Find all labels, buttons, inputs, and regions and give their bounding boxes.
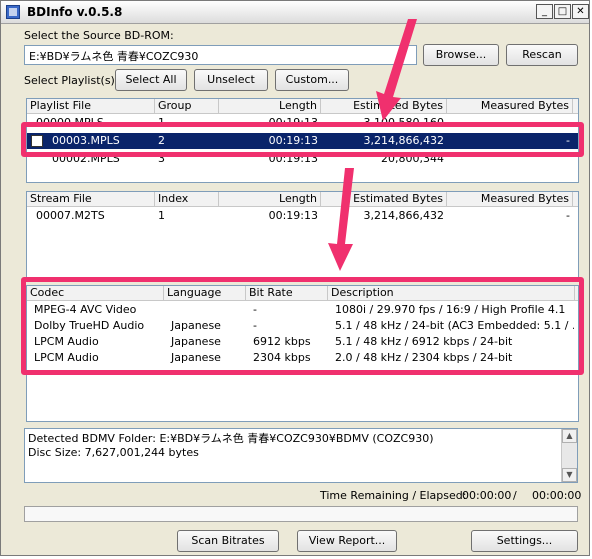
window-title: BDInfo v.0.5.8 (27, 5, 123, 19)
log-line: Disc Size: 7,627,001,244 bytes (28, 446, 199, 459)
log-scrollbar[interactable]: ▲ ▼ (561, 429, 577, 482)
view-report-button[interactable]: View Report... (297, 530, 397, 552)
col-index[interactable]: Index (155, 192, 219, 206)
close-button[interactable]: ✕ (572, 4, 589, 19)
maximize-button[interactable]: □ (554, 4, 571, 19)
log-textarea[interactable]: Detected BDMV Folder: E:¥BD¥ラムネ色 青春¥COZC… (24, 428, 578, 483)
col-measured-bytes[interactable]: Measured Bytes (447, 99, 573, 113)
time-remaining-label: Time Remaining / Elapsed: (320, 489, 467, 502)
rescan-button[interactable]: Rescan (506, 44, 578, 66)
col-stream-file[interactable]: Stream File (27, 192, 155, 206)
col-estimated-bytes[interactable]: Estimated Bytes (321, 192, 447, 206)
time-separator: / (513, 489, 517, 502)
minimize-button[interactable]: _ (536, 4, 553, 19)
title-bar[interactable]: BDInfo v.0.5.8 _ □ ✕ (1, 1, 589, 24)
scroll-up-icon[interactable]: ▲ (562, 429, 577, 443)
index-cell: 1 (158, 209, 165, 222)
settings-button[interactable]: Settings... (471, 530, 578, 552)
log-line: Detected BDMV Folder: E:¥BD¥ラムネ色 青春¥COZC… (28, 432, 434, 445)
scroll-down-icon[interactable]: ▼ (562, 468, 577, 482)
col-length[interactable]: Length (219, 192, 321, 206)
stream-table-header: Stream File Index Length Estimated Bytes… (27, 192, 578, 207)
browse-button[interactable]: Browse... (423, 44, 499, 66)
col-group[interactable]: Group (155, 99, 219, 113)
main-window: BDInfo v.0.5.8 _ □ ✕ Select the Source B… (0, 0, 590, 556)
source-label: Select the Source BD-ROM: (24, 29, 174, 42)
measured-bytes-cell: - (566, 209, 570, 222)
length-cell: 00:19:13 (268, 209, 318, 222)
stream-table[interactable]: Stream File Index Length Estimated Bytes… (26, 191, 579, 281)
col-length[interactable]: Length (219, 99, 321, 113)
highlight-box-codec (21, 277, 584, 375)
playlist-table-header: Playlist File Group Length Estimated Byt… (27, 99, 578, 114)
time-remaining-value: 00:00:00 (462, 489, 512, 502)
table-row[interactable]: 00007.M2TS 1 00:19:13 3,214,866,432 - (27, 208, 578, 224)
highlight-box-playlist (21, 122, 584, 157)
col-measured-bytes[interactable]: Measured Bytes (447, 192, 573, 206)
col-playlist-file[interactable]: Playlist File (27, 99, 155, 113)
playlist-label: Select Playlist(s): (24, 74, 119, 87)
scan-bitrates-button[interactable]: Scan Bitrates (177, 530, 279, 552)
estimated-bytes-cell: 3,214,866,432 (363, 209, 444, 222)
custom-button[interactable]: Custom... (275, 69, 349, 91)
time-elapsed-value: 00:00:00 (532, 489, 582, 502)
select-all-button[interactable]: Select All (115, 69, 187, 91)
source-path-input[interactable]: E:¥BD¥ラムネ色 青春¥COZC930 (24, 45, 417, 65)
app-icon (6, 5, 20, 19)
stream-file-cell: 00007.M2TS (36, 209, 105, 222)
col-estimated-bytes[interactable]: Estimated Bytes (321, 99, 447, 113)
unselect-button[interactable]: Unselect (194, 69, 268, 91)
scan-progress-bar (24, 506, 578, 522)
